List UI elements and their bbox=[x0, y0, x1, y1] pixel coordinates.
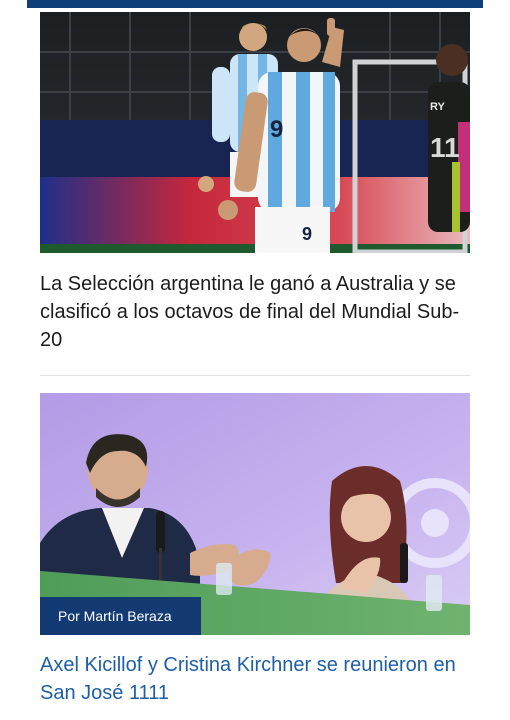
jersey-number: 9 bbox=[270, 116, 283, 143]
article-headline[interactable]: Axel Kicillof y Cristina Kirchner se reu… bbox=[40, 651, 480, 707]
article-photo[interactable]: 9 9 RY 11 bbox=[40, 12, 470, 253]
author-badge[interactable]: Por Martín Beraza bbox=[40, 597, 201, 635]
svg-text:9: 9 bbox=[302, 224, 312, 244]
article-headline[interactable]: La Selección argentina le ganó a Austral… bbox=[40, 270, 480, 354]
divider bbox=[40, 375, 470, 376]
opponent-jersey-text: RY bbox=[430, 101, 446, 113]
svg-text:11: 11 bbox=[430, 132, 460, 163]
header-bar bbox=[27, 0, 483, 8]
